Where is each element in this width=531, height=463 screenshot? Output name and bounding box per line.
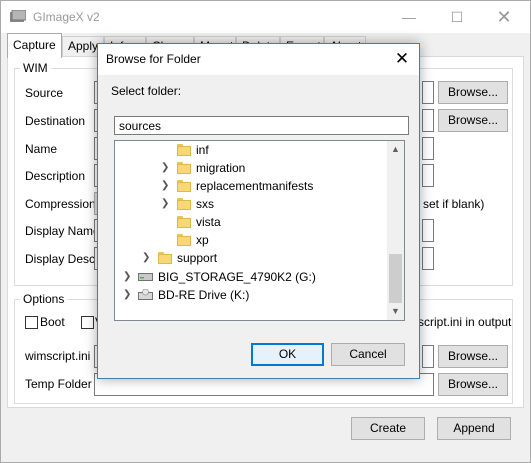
folder-icon [177, 216, 191, 228]
tree-item-label: migration [196, 161, 246, 175]
wimscript-label: wimscript.ini [25, 349, 91, 363]
temp-folder-browse-button[interactable]: Browse... [438, 373, 508, 396]
tree-item-label: BIG_STORAGE_4790K2 (G:) [158, 270, 316, 284]
folder-icon [177, 198, 191, 210]
source-browse-button[interactable]: Browse... [438, 81, 508, 104]
display-desc-field-end[interactable] [422, 247, 434, 270]
destination-field-end[interactable] [422, 109, 434, 132]
source-label: Source [25, 86, 64, 100]
tree-scrollbar[interactable]: ▲ ▼ [387, 141, 404, 320]
destination-browse-button[interactable]: Browse... [438, 109, 508, 132]
destination-label: Destination [25, 114, 86, 128]
app-icon [10, 10, 26, 22]
tree-item-label: replacementmanifests [196, 179, 314, 193]
name-field-end[interactable] [422, 137, 434, 160]
dialog-titlebar: Browse for Folder ✕ [98, 44, 419, 75]
tree-item-label: xp [196, 233, 209, 247]
wimscript-browse-button[interactable]: Browse... [438, 345, 508, 368]
browse-folder-dialog: Browse for Folder ✕ Select folder: sourc… [97, 43, 420, 379]
ok-button[interactable]: OK [251, 343, 324, 366]
dialog-title: Browse for Folder [106, 52, 201, 66]
folder-icon [177, 234, 191, 246]
scroll-down-arrow-icon[interactable]: ▼ [387, 303, 404, 320]
append-button[interactable]: Append [437, 417, 511, 440]
display-name-field-end[interactable] [422, 219, 434, 242]
wimscript-field-end[interactable] [422, 345, 434, 368]
description-label: Description [25, 169, 86, 183]
tree-item-label: inf [196, 143, 209, 157]
boot-checkbox[interactable] [25, 316, 38, 329]
options-group-title: Options [20, 292, 68, 306]
optical-drive-icon [138, 289, 153, 300]
source-field-end[interactable] [422, 81, 434, 104]
scrollbar-thumb[interactable] [389, 254, 402, 303]
folder-name-input[interactable]: sources [114, 116, 409, 135]
maximize-button[interactable]: ☐ [434, 1, 480, 33]
tab-capture[interactable]: Capture [7, 33, 62, 58]
hard-drive-icon [138, 273, 153, 281]
wimscript-output-label: script.ini in output [418, 315, 512, 329]
folder-tree[interactable]: inf ❯ migration ❯ replacementmanifests ❯… [114, 140, 405, 321]
minimize-button[interactable]: — [386, 1, 432, 33]
tree-item-label: vista [196, 215, 221, 229]
description-field-end[interactable] [422, 164, 434, 187]
tree-item-label: sxs [196, 197, 214, 211]
expand-chevron-icon[interactable]: ❯ [161, 181, 171, 191]
folder-icon [158, 252, 172, 264]
display-desc-label: Display Desc. [25, 252, 99, 266]
folder-icon [177, 180, 191, 192]
tree-item-label: BD-RE Drive (K:) [158, 288, 250, 302]
create-button[interactable]: Create [351, 417, 425, 440]
expand-chevron-icon[interactable]: ❯ [123, 272, 133, 282]
scroll-up-arrow-icon[interactable]: ▲ [387, 141, 404, 158]
temp-folder-label: Temp Folder [25, 377, 92, 391]
dialog-close-button[interactable]: ✕ [385, 44, 419, 75]
expand-chevron-icon[interactable]: ❯ [123, 290, 133, 300]
cancel-button[interactable]: Cancel [331, 343, 405, 366]
folder-icon [177, 162, 191, 174]
expand-chevron-icon[interactable]: ❯ [142, 253, 152, 263]
expand-chevron-icon[interactable]: ❯ [161, 163, 171, 173]
wim-group-title: WIM [20, 61, 51, 75]
folder-icon [177, 144, 191, 156]
name-label: Name [25, 142, 58, 156]
main-titlebar: GImageX v2 — ☐ ✕ [1, 1, 530, 33]
select-folder-label: Select folder: [111, 84, 182, 98]
boot-label: Boot [40, 315, 65, 329]
window-title: GImageX v2 [33, 10, 100, 24]
option-checkbox[interactable] [81, 316, 94, 329]
display-name-label: Display Name [25, 224, 100, 238]
compression-label: Compression [25, 197, 96, 211]
close-button[interactable]: ✕ [481, 1, 527, 33]
expand-chevron-icon[interactable]: ❯ [161, 199, 171, 209]
tree-item-label: support [177, 251, 218, 265]
compression-hint: set if blank) [423, 197, 485, 211]
